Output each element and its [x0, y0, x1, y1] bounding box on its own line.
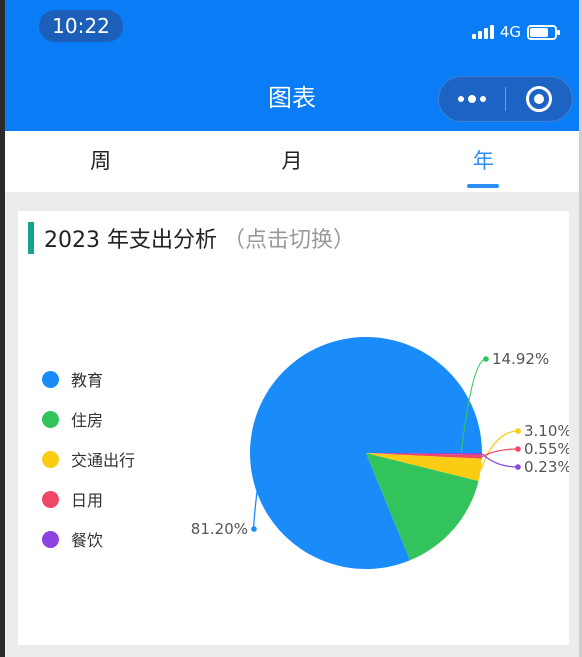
status-time: 10:22 [39, 10, 123, 42]
target-icon [526, 86, 552, 112]
data-label-daily: 0.55% [524, 440, 569, 458]
network-type: 4G [499, 23, 521, 41]
mini-program-capsule [438, 76, 573, 122]
pie-chart[interactable]: 81.20% 14.92% 3.10%0.55%0.23% [18, 211, 569, 645]
data-label-education: 81.20% [191, 520, 248, 538]
tab-month[interactable]: 月 [196, 131, 387, 192]
close-target-button[interactable] [506, 86, 572, 112]
leader-dot-education [251, 526, 257, 532]
data-label-dining: 0.23% [524, 458, 569, 476]
leader-dot-daily [515, 446, 521, 452]
chart-card: 2023 年支出分析 （点击切换） 教育 住房 交通出行 日用 餐饮 81.20… [18, 211, 569, 645]
tab-year[interactable]: 年 [388, 131, 579, 192]
data-label-transport: 3.10% [524, 422, 569, 440]
data-label-housing: 14.92% [492, 350, 549, 368]
more-dots-icon[interactable] [439, 95, 505, 103]
tab-week[interactable]: 周 [5, 131, 196, 192]
battery-icon [527, 24, 560, 40]
leader-dot-transport [515, 428, 521, 434]
status-indicators: 4G [471, 20, 560, 44]
leader-dot-housing [483, 356, 489, 362]
signal-icon [471, 25, 494, 39]
leader-dot-dining [515, 464, 521, 470]
period-tabs: 周 月 年 [5, 131, 579, 192]
app-header: 10:22 4G 图表 [5, 0, 579, 131]
